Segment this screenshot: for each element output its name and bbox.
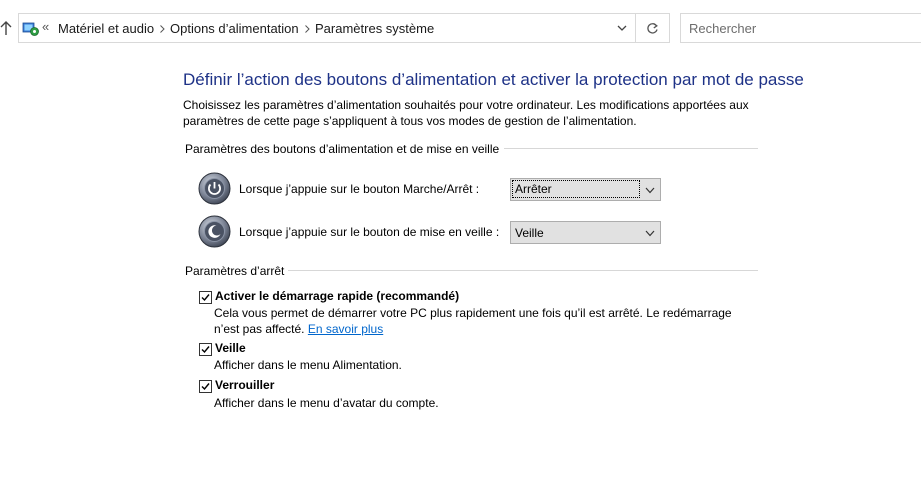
lock-checkbox[interactable] bbox=[199, 380, 212, 393]
address-box[interactable]: « Matériel et audio Options d’alimentati… bbox=[18, 13, 636, 43]
sleep-button-icon bbox=[198, 215, 231, 248]
refresh-button[interactable] bbox=[636, 13, 670, 43]
address-bar: « Matériel et audio Options d’alimentati… bbox=[0, 0, 921, 56]
power-button-icon bbox=[198, 172, 231, 205]
fast-startup-description-text: Cela vous permet de démarrer votre PC pl… bbox=[214, 306, 732, 336]
chevron-down-icon bbox=[645, 187, 655, 194]
power-button-action-value: Arrêter bbox=[512, 180, 640, 198]
learn-more-link[interactable]: En savoir plus bbox=[308, 322, 383, 336]
refresh-icon bbox=[647, 22, 658, 34]
sleep-checkbox[interactable] bbox=[199, 343, 212, 356]
power-button-action-label: Lorsque j’appuie sur le bouton Marche/Ar… bbox=[239, 182, 480, 196]
checkmark-icon bbox=[201, 294, 210, 302]
page-title: Définir l’action des boutons d’alimentat… bbox=[183, 70, 804, 89]
sleep-button-action-value: Veille bbox=[515, 226, 544, 240]
checkmark-icon bbox=[201, 383, 210, 391]
sleep-button-action-select[interactable]: Veille bbox=[510, 221, 661, 244]
section-divider bbox=[504, 148, 758, 149]
chevron-right-icon[interactable] bbox=[160, 25, 165, 33]
sleep-option-label[interactable]: Veille bbox=[215, 341, 246, 355]
chevron-down-icon[interactable] bbox=[617, 24, 627, 32]
section-heading-shutdown: Paramètres d’arrêt bbox=[185, 264, 285, 278]
breadcrumb-item-parametres[interactable]: Paramètres système bbox=[315, 21, 434, 36]
fast-startup-description: Cela vous permet de démarrer votre PC pl… bbox=[214, 305, 759, 337]
control-panel-icon bbox=[22, 22, 39, 36]
fast-startup-label[interactable]: Activer le démarrage rapide (recommandé) bbox=[215, 289, 459, 303]
sleep-button-action-label: Lorsque j’appuie sur le bouton de mise e… bbox=[239, 225, 500, 239]
chevron-down-icon bbox=[645, 230, 655, 237]
checkmark-icon bbox=[201, 346, 210, 354]
search-box[interactable] bbox=[680, 13, 921, 43]
up-arrow-icon[interactable] bbox=[0, 19, 12, 37]
breadcrumb-item-materiel[interactable]: Matériel et audio bbox=[58, 21, 154, 36]
breadcrumb-overflow-button[interactable]: « bbox=[42, 19, 49, 34]
lock-option-description: Afficher dans le menu d’avatar du compte… bbox=[214, 396, 439, 410]
section-heading-power-buttons: Paramètres des boutons d’alimentation et… bbox=[185, 142, 500, 156]
chevron-right-icon[interactable] bbox=[305, 25, 310, 33]
fast-startup-checkbox[interactable] bbox=[199, 291, 212, 304]
search-input[interactable] bbox=[689, 20, 909, 36]
lock-option-label[interactable]: Verrouiller bbox=[215, 378, 274, 392]
breadcrumb-item-options[interactable]: Options d’alimentation bbox=[170, 21, 299, 36]
page-intro: Choisissez les paramètres d’alimentation… bbox=[183, 98, 749, 128]
sleep-option-description: Afficher dans le menu Alimentation. bbox=[214, 358, 402, 372]
power-button-action-select[interactable]: Arrêter bbox=[510, 178, 661, 201]
section-divider bbox=[288, 270, 758, 271]
